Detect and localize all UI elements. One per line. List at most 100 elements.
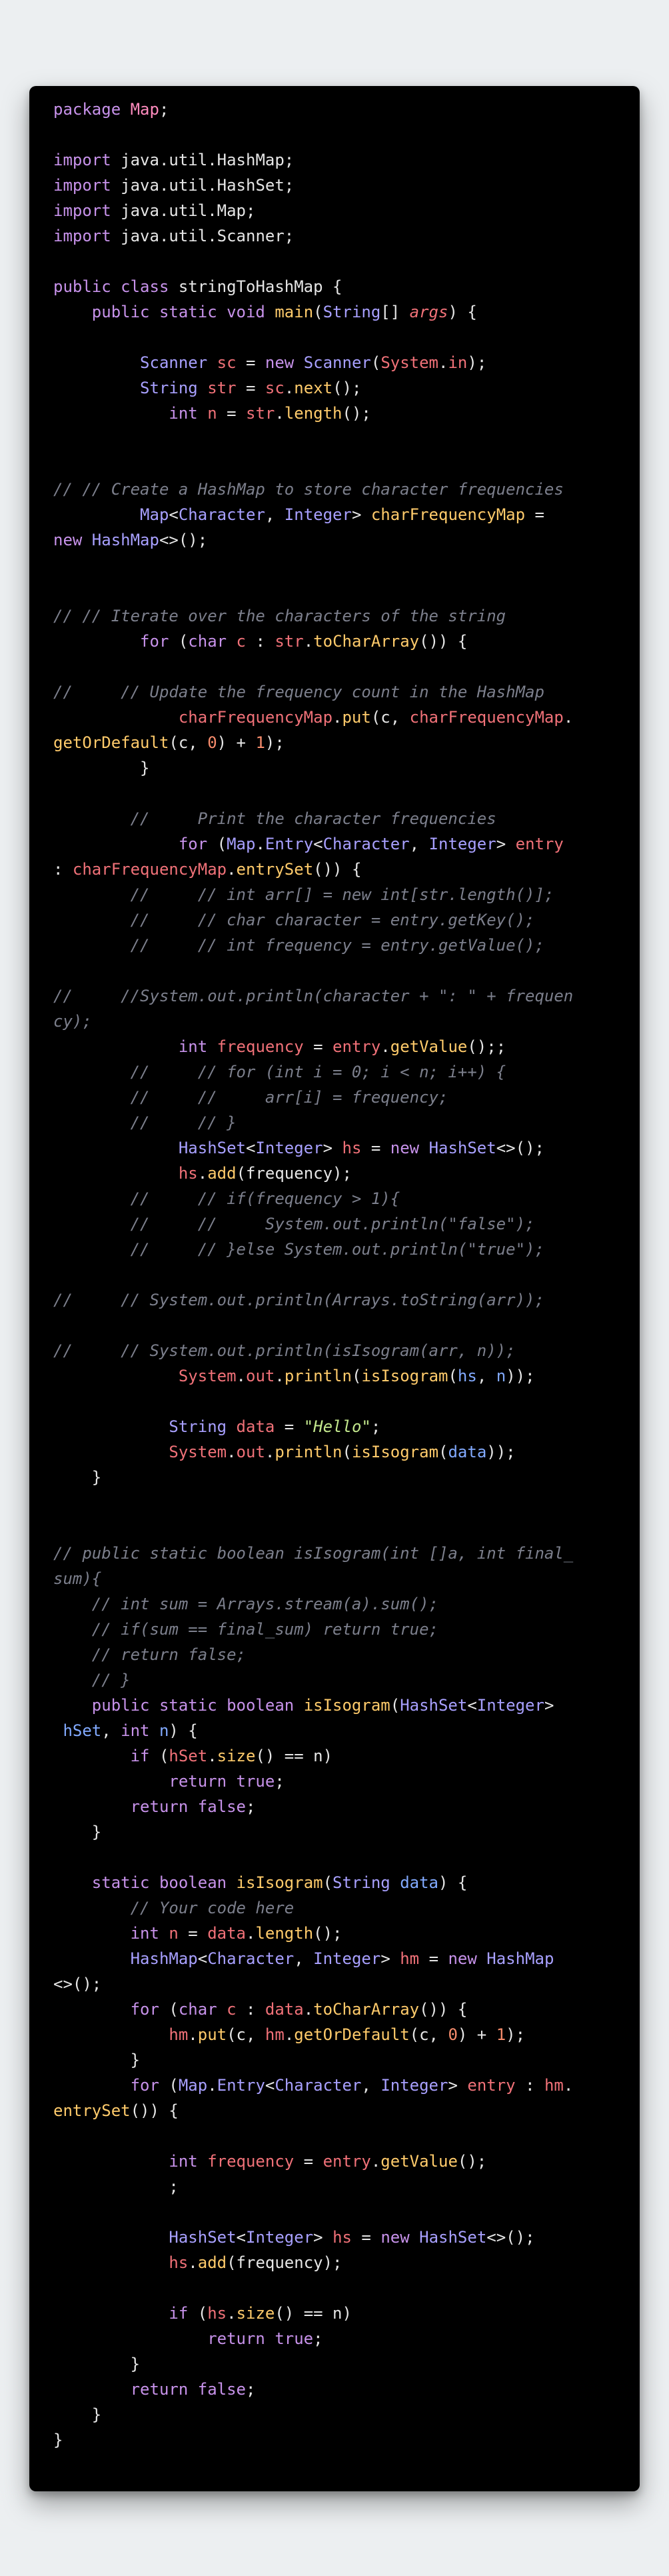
- blank-code-line: [53, 325, 640, 350]
- code-token: .: [563, 2076, 574, 2095]
- variable-token: sc: [217, 353, 237, 372]
- parameter-token: data: [400, 1873, 438, 1892]
- code-token: []: [380, 303, 410, 321]
- code-token: =: [178, 1924, 208, 1943]
- variable-token: entry: [515, 835, 564, 853]
- variable-token: c: [227, 2000, 237, 2019]
- code-token: ()) {: [419, 2000, 468, 2019]
- function-token: isIsogram: [361, 1367, 448, 1385]
- code-token: );: [467, 353, 487, 372]
- code-line: int frequency = entry.getValue();;: [53, 1034, 640, 1059]
- code-token: .: [275, 1367, 285, 1385]
- code-token: .: [380, 1037, 390, 1056]
- comment-token: // public static boolean isIsogram(int […: [53, 1544, 574, 1563]
- code-line: for (char c : data.toCharArray()) {: [53, 1997, 640, 2022]
- code-token: =: [303, 1037, 333, 1056]
- code-token: :: [53, 860, 73, 879]
- type-token: HashSet: [53, 2228, 237, 2247]
- code-token: <: [197, 1949, 208, 1968]
- code-token: java.util.HashMap;: [121, 151, 295, 169]
- function-token: entrySet: [53, 2101, 131, 2120]
- code-line: // // }else System.out.println("true");: [53, 1237, 640, 1262]
- code-line: public static void main(String[] args) {: [53, 299, 640, 325]
- code-token: ,: [409, 835, 429, 853]
- code-line: import java.util.Scanner;: [53, 223, 640, 249]
- variable-token: hm: [265, 2025, 285, 2044]
- variable-token: sc: [265, 379, 285, 397]
- function-token: put: [342, 708, 371, 727]
- code-token: =: [275, 1417, 304, 1436]
- code-token: =: [217, 404, 246, 423]
- type-token: Integer: [246, 2228, 314, 2247]
- blank-code-line: [53, 122, 640, 147]
- type-token: Integer: [428, 835, 496, 853]
- code-line: // int sum = Arrays.stream(a).sum();: [53, 1591, 640, 1617]
- code-token: .: [265, 1443, 275, 1461]
- type-token: HashMap: [53, 1949, 198, 1968]
- code-token: (c,: [227, 2025, 265, 2044]
- code-token: <: [265, 2076, 275, 2095]
- code-line: HashSet<Integer> hs = new HashSet<>();: [53, 2225, 640, 2250]
- type-token: Map: [53, 505, 169, 524]
- code-token: (frequency);: [227, 2253, 342, 2272]
- code-token: }: [53, 759, 150, 777]
- code-token: }: [53, 2431, 63, 2449]
- blank-code-line: [53, 426, 640, 451]
- code-body: package Map; import java.util.HashMap; imp…: [53, 97, 640, 2453]
- type-token: Scanner: [53, 353, 217, 372]
- string-token: "Hello": [303, 1417, 371, 1436]
- variable-token: in: [448, 353, 468, 372]
- comment-token: // }: [53, 1671, 131, 1689]
- code-token: >: [544, 1696, 554, 1715]
- type-token: HashSet: [419, 2228, 487, 2247]
- keyword-token: int: [53, 2152, 208, 2171]
- keyword-token: for: [53, 632, 179, 651]
- code-token: );: [265, 733, 285, 752]
- keyword-token: new: [448, 1949, 487, 1968]
- blank-code-line: [53, 2199, 640, 2225]
- code-line: System.out.println(isIsogram(data));: [53, 1439, 640, 1465]
- code-token: ()) {: [313, 860, 362, 879]
- number-token: 1: [255, 733, 265, 752]
- variable-token: System: [53, 1443, 227, 1461]
- function-token: toCharArray: [313, 2000, 420, 2019]
- code-line: return false;: [53, 1794, 640, 1819]
- keyword-token: static boolean: [53, 1873, 237, 1892]
- code-token: ()) {: [419, 632, 468, 651]
- function-token: println: [275, 1443, 342, 1461]
- keyword-token: new: [380, 2228, 420, 2247]
- variable-token: hs: [53, 1164, 198, 1183]
- variable-token: entry: [323, 2152, 371, 2171]
- code-line: // // System.out.println(Arrays.toString…: [53, 1287, 640, 1313]
- code-token: >: [448, 2076, 468, 2095]
- code-line: }: [53, 2047, 640, 2073]
- code-line: }: [53, 755, 640, 781]
- variable-token: hSet: [169, 1747, 208, 1765]
- function-token: main: [275, 303, 314, 321]
- variable-token: charFrequencyMap: [409, 708, 564, 727]
- code-line: public class stringToHashMap {: [53, 274, 640, 299]
- code-token: (: [448, 1367, 458, 1385]
- code-token: <: [245, 1139, 256, 1157]
- code-token: >: [380, 1949, 400, 1968]
- keyword-token: for: [53, 835, 217, 853]
- code-line: int n = data.length();: [53, 1921, 640, 1946]
- comment-token: // // System.out.println("false");: [53, 1215, 535, 1233]
- keyword-token: package: [53, 100, 131, 119]
- code-line: HashMap<Character, Integer> hm = new Has…: [53, 1946, 640, 1971]
- type-token: Integer: [476, 1696, 544, 1715]
- code-token: () == n): [255, 1747, 333, 1765]
- code-token: (: [370, 353, 381, 372]
- blank-code-line: [53, 958, 640, 983]
- variable-token: hs: [342, 1139, 362, 1157]
- code-token: >: [496, 835, 516, 853]
- code-token: (c,: [370, 708, 410, 727]
- code-token: (: [197, 2304, 208, 2323]
- code-token: =: [351, 2228, 381, 2247]
- type-token: String: [53, 1417, 237, 1436]
- code-line: // if(sum == final_sum) return true;: [53, 1617, 640, 1642]
- keyword-token: int: [53, 1037, 217, 1056]
- variable-token: entry: [333, 1037, 381, 1056]
- code-token: <: [313, 835, 323, 853]
- code-token: (: [323, 1873, 333, 1892]
